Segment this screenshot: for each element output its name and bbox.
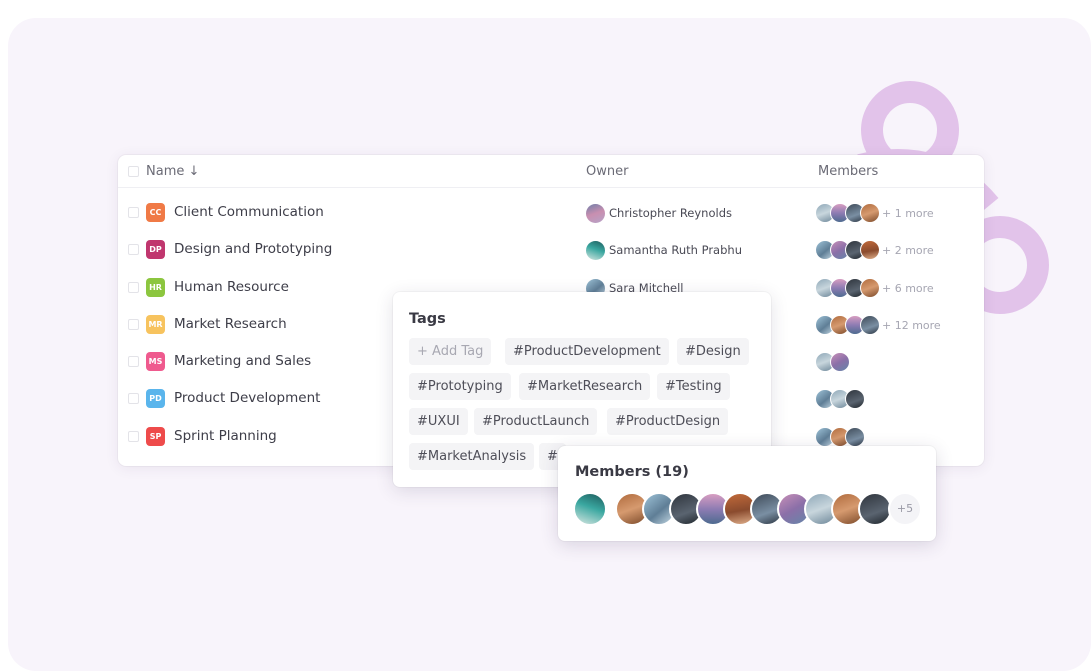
project-name[interactable]: Product Development <box>174 390 320 406</box>
owner-avatar <box>586 241 605 260</box>
row-checkbox[interactable] <box>128 319 139 330</box>
owner-name: Christopher Reynolds <box>609 206 732 220</box>
row-checkbox[interactable] <box>128 393 139 404</box>
add-tag-button[interactable]: + Add Tag <box>409 338 492 365</box>
project-badge: CC <box>146 203 165 222</box>
row-checkbox[interactable] <box>128 207 139 218</box>
owner-name: Samantha Ruth Prabhu <box>609 243 742 257</box>
select-all-checkbox[interactable] <box>128 166 139 177</box>
member-avatar <box>860 240 880 260</box>
more-members-count: + 1 more <box>882 207 934 220</box>
project-name[interactable]: Sprint Planning <box>174 428 277 444</box>
more-members-count: + 12 more <box>882 319 941 332</box>
project-name[interactable]: Client Communication <box>174 204 324 220</box>
tag-chip[interactable]: #Prototyping <box>409 373 511 400</box>
member-avatar <box>845 389 865 409</box>
project-badge: SP <box>146 427 165 446</box>
tag-chip[interactable]: #Testing <box>657 373 730 400</box>
members-popover: Members (19) +5 <box>558 446 936 541</box>
member-avatar <box>830 352 850 372</box>
table-row[interactable]: DP Design and Prototyping Samantha Ruth … <box>118 231 984 268</box>
project-badge: PD <box>146 389 165 408</box>
owner-column-header[interactable]: Owner <box>586 164 628 179</box>
members-column-header[interactable]: Members <box>818 164 878 179</box>
project-name[interactable]: Marketing and Sales <box>174 353 311 369</box>
tag-chip[interactable]: #MarketAnalysis <box>409 443 535 470</box>
tag-chip[interactable]: #ProductDevelopment <box>505 338 669 365</box>
tags-title: Tags <box>409 311 446 327</box>
table-header: Name ↓ Owner Members <box>118 155 984 188</box>
member-avatar <box>860 315 880 335</box>
project-badge: MS <box>146 352 165 371</box>
table-row[interactable]: CC Client Communication Christopher Reyn… <box>118 194 984 231</box>
project-name[interactable]: Design and Prototyping <box>174 241 332 257</box>
members-title: Members (19) <box>575 464 689 480</box>
project-badge: DP <box>146 240 165 259</box>
member-avatar <box>860 203 880 223</box>
member-avatar <box>860 278 880 298</box>
row-checkbox[interactable] <box>128 282 139 293</box>
more-members-button[interactable]: +5 <box>888 492 922 526</box>
more-members-count: + 2 more <box>882 244 934 257</box>
member-avatar <box>845 427 865 447</box>
project-name[interactable]: Market Research <box>174 316 287 332</box>
more-members-count: + 6 more <box>882 282 934 295</box>
project-badge: HR <box>146 278 165 297</box>
project-badge: MR <box>146 315 165 334</box>
row-checkbox[interactable] <box>128 431 139 442</box>
row-checkbox[interactable] <box>128 356 139 367</box>
tag-chip[interactable]: #ProductDesign <box>607 408 729 435</box>
member-avatar[interactable] <box>858 492 892 526</box>
owner-avatar <box>586 204 605 223</box>
member-avatar[interactable] <box>573 492 607 526</box>
tag-chip[interactable]: #Design <box>677 338 749 365</box>
project-name[interactable]: Human Resource <box>174 279 289 295</box>
row-checkbox[interactable] <box>128 244 139 255</box>
tag-chip[interactable]: #ProductLaunch <box>474 408 598 435</box>
tag-chip[interactable]: #MarketResearch <box>519 373 651 400</box>
tag-chip[interactable]: #UXUI <box>409 408 468 435</box>
name-column-header[interactable]: Name ↓ <box>146 164 199 179</box>
